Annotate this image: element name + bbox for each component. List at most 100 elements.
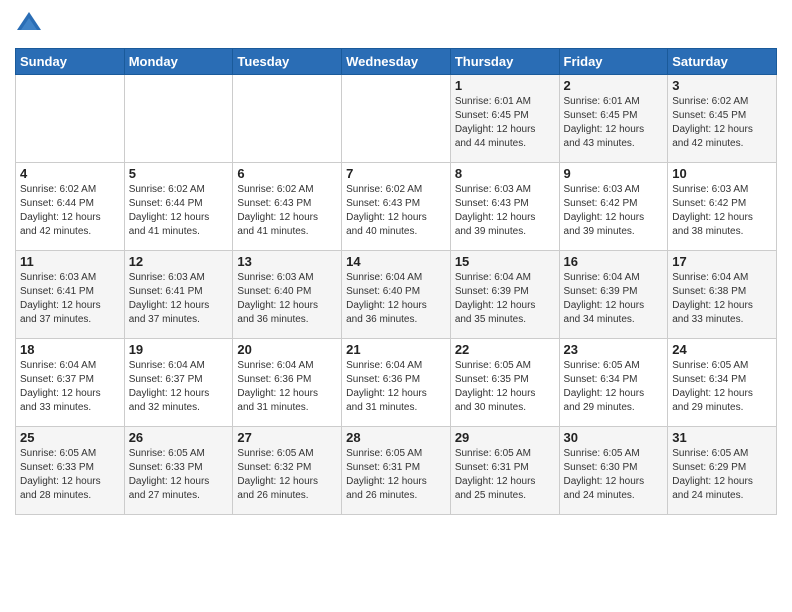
day-header-tuesday: Tuesday: [233, 49, 342, 75]
day-number: 22: [455, 342, 555, 357]
day-info: Sunrise: 6:02 AM Sunset: 6:43 PM Dayligh…: [237, 183, 337, 239]
calendar-cell: 21Sunrise: 6:04 AM Sunset: 6:36 PM Dayli…: [342, 339, 451, 427]
calendar-cell: 24Sunrise: 6:05 AM Sunset: 6:34 PM Dayli…: [668, 339, 777, 427]
day-number: 12: [129, 254, 229, 269]
day-number: 9: [564, 166, 664, 181]
calendar-cell: 26 Sunrise: 6:05 AM Sunset: 6:33 PM Dayli…: [124, 427, 233, 515]
calendar-cell: 27 Sunrise: 6:05 AM Sunset: 6:32 PM Dayli…: [233, 427, 342, 515]
calendar-cell: 1 Sunrise: 6:01 AM Sunset: 6:45 PM Daylig…: [450, 75, 559, 163]
logo-icon: [15, 10, 43, 38]
day-header-thursday: Thursday: [450, 49, 559, 75]
day-header-sunday: Sunday: [16, 49, 125, 75]
day-info: Sunrise: 6:04 AM Sunset: 6:36 PM Dayligh…: [237, 359, 337, 415]
day-header-saturday: Saturday: [668, 49, 777, 75]
calendar-cell: 29 Sunrise: 6:05 AM Sunset: 6:31 PM Dayli…: [450, 427, 559, 515]
day-number: 27: [237, 430, 337, 445]
day-info: Sunrise: 6:03 AM Sunset: 6:43 PM Dayligh…: [455, 183, 555, 239]
day-number: 26: [129, 430, 229, 445]
calendar-cell: 5 Sunrise: 6:02 AM Sunset: 6:44 PM Daylig…: [124, 163, 233, 251]
day-number: 18: [20, 342, 120, 357]
day-number: 17: [672, 254, 772, 269]
day-info: Sunrise: 6:03 AM Sunset: 6:41 PM Dayligh…: [129, 271, 229, 327]
day-info: Sunrise: 6:03 AM Sunset: 6:40 PM Dayligh…: [237, 271, 337, 327]
day-info: Sunrise: 6:03 AM Sunset: 6:42 PM Dayligh…: [672, 183, 772, 239]
calendar-cell: 18 Sunrise: 6:04 AM Sunset: 6:37 PM Dayli…: [16, 339, 125, 427]
day-number: 30: [564, 430, 664, 445]
calendar-cell: 28 Sunrise: 6:05 AM Sunset: 6:31 PM Dayli…: [342, 427, 451, 515]
calendar-cell: 10Sunrise: 6:03 AM Sunset: 6:42 PM Dayli…: [668, 163, 777, 251]
calendar-cell: 23 Sunrise: 6:05 AM Sunset: 6:34 PM Dayli…: [559, 339, 668, 427]
day-info: Sunrise: 6:02 AM Sunset: 6:44 PM Dayligh…: [129, 183, 229, 239]
calendar-week-row: 18 Sunrise: 6:04 AM Sunset: 6:37 PM Dayli…: [16, 339, 777, 427]
calendar-cell: 15Sunrise: 6:04 AM Sunset: 6:39 PM Dayli…: [450, 251, 559, 339]
calendar-cell: 22 Sunrise: 6:05 AM Sunset: 6:35 PM Dayli…: [450, 339, 559, 427]
day-info: Sunrise: 6:05 AM Sunset: 6:31 PM Dayligh…: [455, 447, 555, 503]
day-info: Sunrise: 6:04 AM Sunset: 6:36 PM Dayligh…: [346, 359, 446, 415]
calendar-cell: 13 Sunrise: 6:03 AM Sunset: 6:40 PM Dayli…: [233, 251, 342, 339]
day-info: Sunrise: 6:05 AM Sunset: 6:29 PM Dayligh…: [672, 447, 772, 503]
day-number: 8: [455, 166, 555, 181]
day-number: 13: [237, 254, 337, 269]
day-number: 19: [129, 342, 229, 357]
calendar-week-row: 25Sunrise: 6:05 AM Sunset: 6:33 PM Dayli…: [16, 427, 777, 515]
day-info: Sunrise: 6:04 AM Sunset: 6:39 PM Dayligh…: [564, 271, 664, 327]
day-info: Sunrise: 6:05 AM Sunset: 6:33 PM Dayligh…: [20, 447, 120, 503]
day-number: 2: [564, 78, 664, 93]
day-info: Sunrise: 6:05 AM Sunset: 6:33 PM Dayligh…: [129, 447, 229, 503]
day-number: 5: [129, 166, 229, 181]
day-number: 16: [564, 254, 664, 269]
calendar-table: SundayMondayTuesdayWednesdayThursdayFrid…: [15, 48, 777, 515]
day-info: Sunrise: 6:05 AM Sunset: 6:30 PM Dayligh…: [564, 447, 664, 503]
day-info: Sunrise: 6:04 AM Sunset: 6:37 PM Dayligh…: [129, 359, 229, 415]
day-number: 31: [672, 430, 772, 445]
day-info: Sunrise: 6:04 AM Sunset: 6:38 PM Dayligh…: [672, 271, 772, 327]
calendar-cell: 4 Sunrise: 6:02 AM Sunset: 6:44 PM Daylig…: [16, 163, 125, 251]
day-info: Sunrise: 6:02 AM Sunset: 6:45 PM Dayligh…: [672, 95, 772, 151]
calendar-cell: 25Sunrise: 6:05 AM Sunset: 6:33 PM Dayli…: [16, 427, 125, 515]
calendar-cell: [16, 75, 125, 163]
day-info: Sunrise: 6:03 AM Sunset: 6:42 PM Dayligh…: [564, 183, 664, 239]
day-info: Sunrise: 6:02 AM Sunset: 6:44 PM Dayligh…: [20, 183, 120, 239]
day-header-friday: Friday: [559, 49, 668, 75]
calendar-cell: 6Sunrise: 6:02 AM Sunset: 6:43 PM Daylig…: [233, 163, 342, 251]
calendar-cell: 30 Sunrise: 6:05 AM Sunset: 6:30 PM Dayli…: [559, 427, 668, 515]
calendar-cell: 8 Sunrise: 6:03 AM Sunset: 6:43 PM Daylig…: [450, 163, 559, 251]
day-info: Sunrise: 6:04 AM Sunset: 6:39 PM Dayligh…: [455, 271, 555, 327]
day-number: 28: [346, 430, 446, 445]
calendar-header-row: SundayMondayTuesdayWednesdayThursdayFrid…: [16, 49, 777, 75]
calendar-cell: 11Sunrise: 6:03 AM Sunset: 6:41 PM Dayli…: [16, 251, 125, 339]
calendar-cell: 7Sunrise: 6:02 AM Sunset: 6:43 PM Daylig…: [342, 163, 451, 251]
day-number: 23: [564, 342, 664, 357]
calendar-cell: 14Sunrise: 6:04 AM Sunset: 6:40 PM Dayli…: [342, 251, 451, 339]
calendar-cell: [124, 75, 233, 163]
day-number: 1: [455, 78, 555, 93]
calendar-cell: 20 Sunrise: 6:04 AM Sunset: 6:36 PM Dayli…: [233, 339, 342, 427]
calendar-cell: 31 Sunrise: 6:05 AM Sunset: 6:29 PM Dayli…: [668, 427, 777, 515]
day-info: Sunrise: 6:05 AM Sunset: 6:31 PM Dayligh…: [346, 447, 446, 503]
logo: [15, 10, 47, 38]
calendar-cell: 9 Sunrise: 6:03 AM Sunset: 6:42 PM Daylig…: [559, 163, 668, 251]
day-info: Sunrise: 6:01 AM Sunset: 6:45 PM Dayligh…: [564, 95, 664, 151]
page-header: [15, 10, 777, 38]
day-info: Sunrise: 6:05 AM Sunset: 6:34 PM Dayligh…: [672, 359, 772, 415]
day-number: 3: [672, 78, 772, 93]
day-info: Sunrise: 6:05 AM Sunset: 6:32 PM Dayligh…: [237, 447, 337, 503]
calendar-cell: [342, 75, 451, 163]
day-info: Sunrise: 6:01 AM Sunset: 6:45 PM Dayligh…: [455, 95, 555, 151]
calendar-week-row: 1 Sunrise: 6:01 AM Sunset: 6:45 PM Daylig…: [16, 75, 777, 163]
calendar-cell: 2 Sunrise: 6:01 AM Sunset: 6:45 PM Daylig…: [559, 75, 668, 163]
day-number: 29: [455, 430, 555, 445]
day-number: 20: [237, 342, 337, 357]
calendar-cell: 3 Sunrise: 6:02 AM Sunset: 6:45 PM Daylig…: [668, 75, 777, 163]
day-header-monday: Monday: [124, 49, 233, 75]
day-info: Sunrise: 6:04 AM Sunset: 6:40 PM Dayligh…: [346, 271, 446, 327]
calendar-cell: 16 Sunrise: 6:04 AM Sunset: 6:39 PM Dayli…: [559, 251, 668, 339]
day-header-wednesday: Wednesday: [342, 49, 451, 75]
day-number: 4: [20, 166, 120, 181]
day-info: Sunrise: 6:02 AM Sunset: 6:43 PM Dayligh…: [346, 183, 446, 239]
calendar-week-row: 11Sunrise: 6:03 AM Sunset: 6:41 PM Dayli…: [16, 251, 777, 339]
calendar-cell: [233, 75, 342, 163]
day-info: Sunrise: 6:05 AM Sunset: 6:34 PM Dayligh…: [564, 359, 664, 415]
day-info: Sunrise: 6:05 AM Sunset: 6:35 PM Dayligh…: [455, 359, 555, 415]
day-info: Sunrise: 6:04 AM Sunset: 6:37 PM Dayligh…: [20, 359, 120, 415]
